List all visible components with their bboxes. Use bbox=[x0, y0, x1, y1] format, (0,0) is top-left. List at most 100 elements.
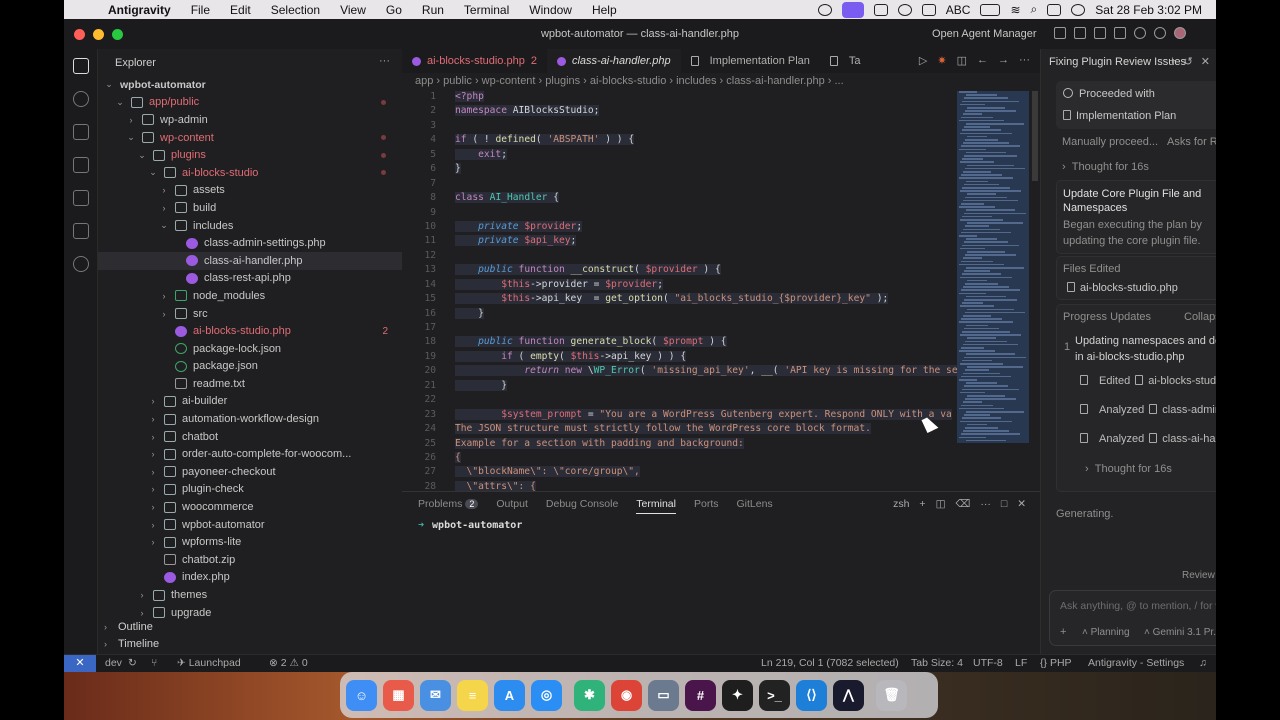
history-icon[interactable]: ↺ bbox=[1184, 55, 1193, 68]
toggle-sidebar-icon[interactable] bbox=[1054, 27, 1066, 39]
menu-selection[interactable]: Selection bbox=[271, 3, 320, 17]
more-icon[interactable]: ··· bbox=[980, 498, 991, 510]
tree-item[interactable]: › wp-admin bbox=[98, 111, 402, 129]
tree-item[interactable]: ⌄ includes bbox=[98, 217, 402, 235]
model-dropdown[interactable]: ˄ Gemini 3.1 Pr... bbox=[1144, 627, 1216, 638]
split-editor-icon[interactable]: ◫ bbox=[957, 54, 967, 67]
new-chat-icon[interactable]: + bbox=[1169, 55, 1175, 68]
panel-tab-output[interactable]: Output bbox=[496, 498, 528, 514]
maximize-panel-icon[interactable]: □ bbox=[1001, 498, 1007, 510]
implementation-plan-link[interactable]: Implementation Plan bbox=[1063, 110, 1176, 122]
tree-item[interactable]: › wpbot-automator bbox=[98, 516, 402, 534]
close-panel-icon[interactable]: ✕ bbox=[1017, 498, 1026, 510]
terminal-prompt[interactable]: ➜ wpbot-automator bbox=[418, 520, 522, 531]
user-icon[interactable] bbox=[1071, 3, 1086, 16]
tree-item[interactable]: › assets bbox=[98, 182, 402, 200]
breadcrumb-item[interactable]: plugins bbox=[545, 75, 580, 87]
tree-item[interactable]: ⌄ wpbot-automator bbox=[98, 76, 402, 94]
tree-item[interactable]: › order-auto-complete-for-woocom... bbox=[98, 445, 402, 463]
source-control-icon[interactable] bbox=[72, 124, 89, 140]
breadcrumb-item[interactable]: wp-content bbox=[482, 75, 536, 87]
code-line[interactable]: 27 \"blockName\": \"core/group\", bbox=[402, 466, 957, 480]
toggle-panel-icon[interactable] bbox=[1074, 27, 1086, 39]
encoding[interactable]: UTF-8 bbox=[973, 657, 1003, 669]
review-changes-button[interactable]: Review Changes bbox=[1182, 570, 1216, 581]
code-line[interactable]: 15 $this->api_key = get_option( "ai_bloc… bbox=[402, 293, 957, 307]
menu-view[interactable]: View bbox=[340, 3, 366, 17]
thought-toggle-1[interactable]: › Thought for 16s bbox=[1062, 161, 1149, 173]
spotlight-icon[interactable]: ⌕ bbox=[1031, 2, 1038, 17]
run-icon[interactable]: ▷ bbox=[919, 54, 927, 67]
safari-icon[interactable]: ◎ bbox=[531, 679, 562, 711]
line-ending[interactable]: LF bbox=[1015, 657, 1027, 669]
tree-item[interactable]: class-admin-settings.php bbox=[98, 234, 402, 252]
play-icon[interactable] bbox=[897, 3, 912, 16]
tree-item[interactable]: › woocommerce bbox=[98, 498, 402, 516]
more-icon[interactable]: ··· bbox=[1019, 54, 1030, 67]
tree-item[interactable]: class-ai-handler.php bbox=[98, 251, 402, 270]
breadcrumb-item[interactable]: ... bbox=[834, 75, 843, 87]
run-debug-icon[interactable] bbox=[72, 157, 89, 173]
more-actions-icon[interactable]: ··· bbox=[379, 55, 390, 67]
preview-icon[interactable]: ▭ bbox=[648, 679, 679, 711]
tree-item[interactable]: ⌄ app/public bbox=[98, 94, 402, 112]
problems-indicator[interactable]: ⊗ 2 ⚠ 0 bbox=[269, 657, 308, 669]
sync-icon[interactable]: ↻ bbox=[128, 657, 137, 669]
editor-scrollbar[interactable] bbox=[1032, 91, 1038, 181]
code-line[interactable]: 3 bbox=[402, 120, 957, 134]
search-icon[interactable] bbox=[1134, 27, 1146, 39]
menu-terminal[interactable]: Terminal bbox=[464, 3, 509, 17]
code-line[interactable]: 21 } bbox=[402, 379, 957, 394]
tab-2[interactable]: Implementation Plan bbox=[681, 49, 820, 73]
code-line[interactable]: 26 { bbox=[402, 451, 957, 466]
slack-icon[interactable]: # bbox=[685, 679, 716, 711]
asks-review-dropdown[interactable]: Asks for Review ˄ bbox=[1167, 136, 1216, 148]
code-line[interactable]: 24 The JSON structure must strictly follo… bbox=[402, 423, 957, 437]
tree-item[interactable]: › automation-workflow-design bbox=[98, 410, 402, 428]
tree-item[interactable]: ai-blocks-studio.php 2 bbox=[98, 322, 402, 340]
tree-item[interactable]: package-lock.json bbox=[98, 340, 402, 358]
menu-file[interactable]: File bbox=[191, 3, 210, 17]
tab-size[interactable]: Tab Size: 4 bbox=[911, 657, 963, 669]
tree-item[interactable]: › themes bbox=[98, 586, 402, 604]
code-line[interactable]: 10 private $provider; bbox=[402, 220, 957, 235]
terminal-icon[interactable]: >_ bbox=[759, 679, 790, 711]
tree-item[interactable]: › build bbox=[98, 199, 402, 217]
add-context-icon[interactable]: + bbox=[1060, 626, 1066, 638]
code-line[interactable]: 2 namespace AIBlocksStudio; bbox=[402, 105, 957, 119]
cursor-position[interactable]: Ln 219, Col 1 (7082 selected) bbox=[761, 657, 899, 669]
tab-0[interactable]: ai-blocks-studio.php 2 bbox=[402, 49, 547, 73]
record-icon[interactable] bbox=[817, 3, 832, 16]
tree-item[interactable]: › wpforms-lite bbox=[98, 533, 402, 551]
breadcrumb-item[interactable]: class-ai-handler.php bbox=[726, 75, 824, 87]
panel-tab-ports[interactable]: Ports bbox=[694, 498, 719, 514]
remote-indicator-icon[interactable]: ✕ bbox=[64, 655, 96, 672]
menu-go[interactable]: Go bbox=[386, 3, 402, 17]
breadcrumb-item[interactable]: includes bbox=[676, 75, 716, 87]
menu-edit[interactable]: Edit bbox=[230, 3, 251, 17]
remote-explorer-icon[interactable] bbox=[72, 223, 89, 239]
code-line[interactable]: 6} bbox=[402, 163, 957, 177]
notifications-icon[interactable]: ♫ bbox=[1199, 657, 1207, 669]
trash-icon[interactable]: ⌫ bbox=[955, 498, 970, 510]
code-line[interactable]: 5 exit; bbox=[402, 148, 957, 163]
tree-item[interactable]: ⌄ ai-blocks-studio bbox=[98, 164, 402, 182]
code-line[interactable]: 9 bbox=[402, 207, 957, 221]
input-source[interactable]: ABC bbox=[946, 3, 971, 17]
timeline-section[interactable]: › Timeline bbox=[98, 635, 402, 652]
settings-gear-icon[interactable] bbox=[1154, 27, 1166, 39]
launchpad-button[interactable]: ✈ Launchpad bbox=[177, 657, 241, 669]
tab-3[interactable]: Ta bbox=[820, 49, 871, 73]
git-graph-icon[interactable]: ⑂ bbox=[151, 657, 157, 669]
code-line[interactable]: 4 if ( ! defined( 'ABSPATH' ) ) { bbox=[402, 134, 957, 148]
code-line[interactable]: 16 } bbox=[402, 307, 957, 322]
tree-item[interactable]: › payoneer-checkout bbox=[98, 463, 402, 481]
code-line[interactable]: 12 bbox=[402, 250, 957, 264]
tree-item[interactable]: › src bbox=[98, 305, 402, 323]
code-line[interactable]: 20 return new \WP_Error( 'missing_api_ke… bbox=[402, 365, 957, 379]
scan-icon[interactable] bbox=[873, 3, 888, 16]
menu-clock[interactable]: Sat 28 Feb 3:02 PM bbox=[1095, 3, 1202, 17]
minimap[interactable] bbox=[957, 91, 1029, 443]
notes-icon[interactable]: ≡ bbox=[457, 679, 488, 711]
mail-icon[interactable]: ✉ bbox=[420, 679, 451, 711]
